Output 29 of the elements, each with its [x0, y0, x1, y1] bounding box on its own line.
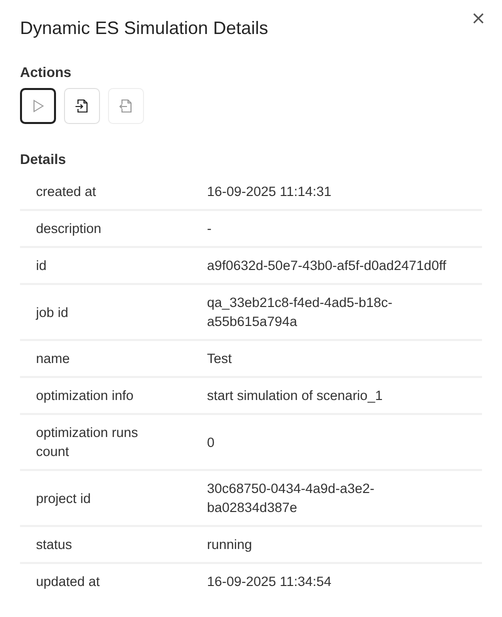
- field-label: project id: [35, 490, 92, 508]
- close-button[interactable]: ×: [466, 8, 490, 29]
- section-heading: Details: [20, 150, 67, 169]
- file-export-icon: [118, 98, 134, 114]
- import-button[interactable]: [64, 88, 100, 124]
- field-label: created at: [35, 183, 98, 201]
- field-value: 30c68750-0434-4a9d-a3e2-ba02834d387e: [206, 480, 376, 517]
- field-value: -: [206, 220, 212, 238]
- field-label: updated at: [35, 573, 101, 591]
- field-label: job id: [34, 304, 70, 322]
- field-value: 0: [206, 434, 216, 452]
- field-label: optimization runs count: [35, 424, 140, 461]
- field-label: description: [35, 220, 102, 238]
- field-label: optimization info: [35, 387, 135, 405]
- field-value: 16-09-2025 11:14:31: [206, 183, 332, 201]
- field-value: 16-09-2025 11:34:54: [206, 573, 332, 591]
- dialog-title: Dynamic ES Simulation Details: [20, 17, 268, 40]
- field-value: running: [206, 536, 254, 554]
- field-value: a9f0632d-50e7-43b0-af5f-d0ad2471d0ff: [206, 257, 448, 275]
- play-button[interactable]: [20, 88, 56, 124]
- field-value: Test: [206, 350, 233, 368]
- file-import-icon: [74, 98, 90, 114]
- field-value: start simulation of scenario_1: [206, 387, 384, 405]
- field-label: id: [35, 257, 48, 275]
- field-label: status: [35, 536, 74, 554]
- field-label: name: [35, 350, 71, 368]
- play-icon: [31, 99, 45, 113]
- field-value: qa_33eb21c8-f4ed-4ad5-b18c-a55b615a794a: [206, 294, 394, 331]
- section-heading: Actions: [20, 63, 72, 82]
